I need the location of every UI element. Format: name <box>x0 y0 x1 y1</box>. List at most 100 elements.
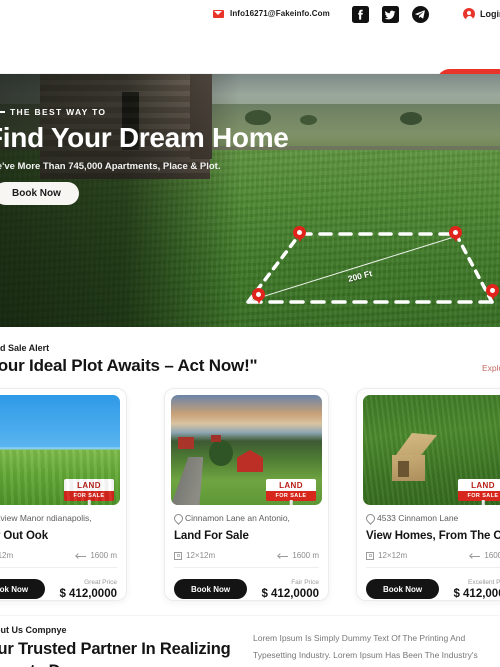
property-location-text: Parkview Manor ndianapolis, <box>0 513 92 523</box>
property-title: Land For Sale <box>174 530 249 542</box>
property-card-list: LAND FOR SALE Parkview Manor ndianapolis… <box>0 388 500 606</box>
about-title-line1: Your Trusted Partner In Realizing <box>0 640 231 658</box>
eyebrow-dash-icon <box>0 111 5 113</box>
hero-tree-icon <box>400 112 422 125</box>
property-size-spec: 12×12m <box>0 551 13 560</box>
property-location: 4533 Cinnamon Lane <box>366 513 500 523</box>
property-price-value: $ 412,0000 <box>453 587 500 600</box>
sale-sign-forsale-label: FOR SALE <box>64 491 114 501</box>
listings-eyebrow: Land Sale Alert <box>0 343 50 353</box>
sale-sign-land-label: LAND <box>458 479 500 491</box>
property-card-footer: Book Now Great Price $ 412,0000 <box>0 579 117 600</box>
property-size-spec: 12×12m <box>174 551 215 560</box>
property-location-text: 4533 Cinnamon Lane <box>377 513 459 523</box>
property-price-block: Excellent Price $ 412,0000 <box>453 579 500 600</box>
property-area-text: 1600 m <box>292 551 319 560</box>
map-pin-icon[interactable] <box>252 288 265 305</box>
for-sale-sign: LAND FOR SALE <box>266 479 316 505</box>
hero-book-now-button[interactable]: Book Now <box>0 182 79 205</box>
user-avatar-icon <box>463 8 475 21</box>
property-size-text: 12×12m <box>378 551 408 560</box>
property-card[interactable]: LAND FOR SALE Cinnamon Lane an Antonio, … <box>164 388 329 601</box>
sale-sign-land-label: LAND <box>64 479 114 491</box>
property-price-value: $ 412,0000 <box>59 587 117 600</box>
mail-icon <box>213 9 224 18</box>
property-image: LAND FOR SALE <box>363 395 500 505</box>
property-area-text: 1600 m <box>484 551 500 560</box>
area-measure-icon <box>278 553 289 559</box>
property-price-tag: Fair Price <box>291 579 319 586</box>
image-barn <box>237 450 263 472</box>
property-title: View Homes, From The Comfort <box>366 530 500 542</box>
about-eyebrow: About Us Compnye <box>0 625 67 635</box>
property-specs: 12×12m 1600 m <box>366 551 500 568</box>
about-title: Your Trusted Partner In Realizing Proper… <box>0 638 231 667</box>
hero-subtitle: We've More Than 745,000 Apartments, Plac… <box>0 161 221 172</box>
property-book-now-button[interactable]: Book Now <box>0 579 46 600</box>
property-area-spec: 1600 m <box>278 551 319 560</box>
facebook-icon[interactable] <box>352 6 369 23</box>
property-card[interactable]: LAND FOR SALE 4533 Cinnamon Lane View Ho… <box>356 388 500 601</box>
property-image: LAND FOR SALE <box>171 395 322 505</box>
about-section: About Us Compnye Your Trusted Partner In… <box>0 615 500 667</box>
social-links <box>352 6 429 23</box>
image-tree <box>209 440 233 466</box>
hero-tree-icon <box>300 115 317 125</box>
property-specs: 12×12m 1600 m <box>0 551 117 568</box>
top-bar: Info16271@Fakeinfo.Com Login <box>0 0 500 32</box>
main-navbar: Home ▾ Listing ▾ Property ▾ Blog ▾ Page … <box>0 32 500 100</box>
image-barn <box>178 437 194 449</box>
image-house-door <box>398 461 409 477</box>
hero-section: THE BEST WAY TO Find Your Dream Home We'… <box>0 74 500 327</box>
property-size-spec: 12×12m <box>366 551 407 560</box>
area-measure-icon <box>470 553 481 559</box>
map-pin-icon[interactable] <box>293 226 306 243</box>
sale-sign-post <box>87 500 91 505</box>
for-sale-sign: LAND FOR SALE <box>64 479 114 505</box>
about-title-line2: Property Dreams <box>0 660 231 667</box>
hero-title: Find Your Dream Home <box>0 122 289 153</box>
map-pin-icon[interactable] <box>449 226 462 243</box>
login-button[interactable]: Login <box>463 8 500 21</box>
sale-sign-post <box>289 500 293 505</box>
location-pin-icon <box>174 514 181 522</box>
property-price-block: Fair Price $ 412,0000 <box>261 579 319 600</box>
about-body-text: Lorem Ipsum Is Simply Dummy Text Of The … <box>253 633 478 660</box>
dimensions-icon <box>366 551 374 560</box>
listings-title: "Your Ideal Plot Awaits – Act Now!" <box>0 356 258 375</box>
sale-sign-forsale-label: FOR SALE <box>458 491 500 501</box>
location-pin-icon <box>366 514 373 522</box>
sale-sign-land-label: LAND <box>266 479 316 491</box>
property-price-value: $ 412,0000 <box>261 587 319 600</box>
telegram-icon[interactable] <box>412 6 429 23</box>
for-sale-sign: LAND FOR SALE <box>458 479 500 505</box>
dimensions-icon <box>174 551 182 560</box>
property-size-text: 12×12m <box>0 551 14 560</box>
property-title: Clear Out Ook <box>0 530 49 542</box>
contact-email-text: Info16271@Fakeinfo.Com <box>230 9 330 18</box>
property-area-spec: 1600 m <box>470 551 500 560</box>
property-area-spec: 1600 m <box>76 551 117 560</box>
twitter-icon[interactable] <box>382 6 399 23</box>
listings-section: Land Sale Alert "Your Ideal Plot Awaits … <box>0 327 500 615</box>
property-area-text: 1600 m <box>90 551 117 560</box>
contact-email[interactable]: Info16271@Fakeinfo.Com <box>213 9 330 18</box>
map-pin-icon[interactable] <box>486 284 499 301</box>
property-card-footer: Book Now Excellent Price $ 412,0000 <box>366 579 500 600</box>
hero-eyebrow: THE BEST WAY TO <box>0 107 106 117</box>
property-price-block: Great Price $ 412,0000 <box>59 579 117 600</box>
property-book-now-button[interactable]: Book Now <box>174 579 248 600</box>
property-price-tag: Great Price <box>84 579 117 586</box>
listings-explore-link[interactable]: Explore <box>482 363 500 373</box>
property-location-text: Cinnamon Lane an Antonio, <box>185 513 290 523</box>
image-barn <box>211 435 221 442</box>
landing-page: Info16271@Fakeinfo.Com Login Home ▾ <box>0 0 500 667</box>
property-image: LAND FOR SALE <box>0 395 120 505</box>
hero-eyebrow-text: THE BEST WAY TO <box>10 107 107 117</box>
property-location: Parkview Manor ndianapolis, <box>0 513 117 523</box>
area-measure-icon <box>76 553 87 559</box>
sale-sign-post <box>481 500 485 505</box>
property-book-now-button[interactable]: Book Now <box>366 579 440 600</box>
property-card[interactable]: LAND FOR SALE Parkview Manor ndianapolis… <box>0 388 127 601</box>
property-card-footer: Book Now Fair Price $ 412,0000 <box>174 579 319 600</box>
